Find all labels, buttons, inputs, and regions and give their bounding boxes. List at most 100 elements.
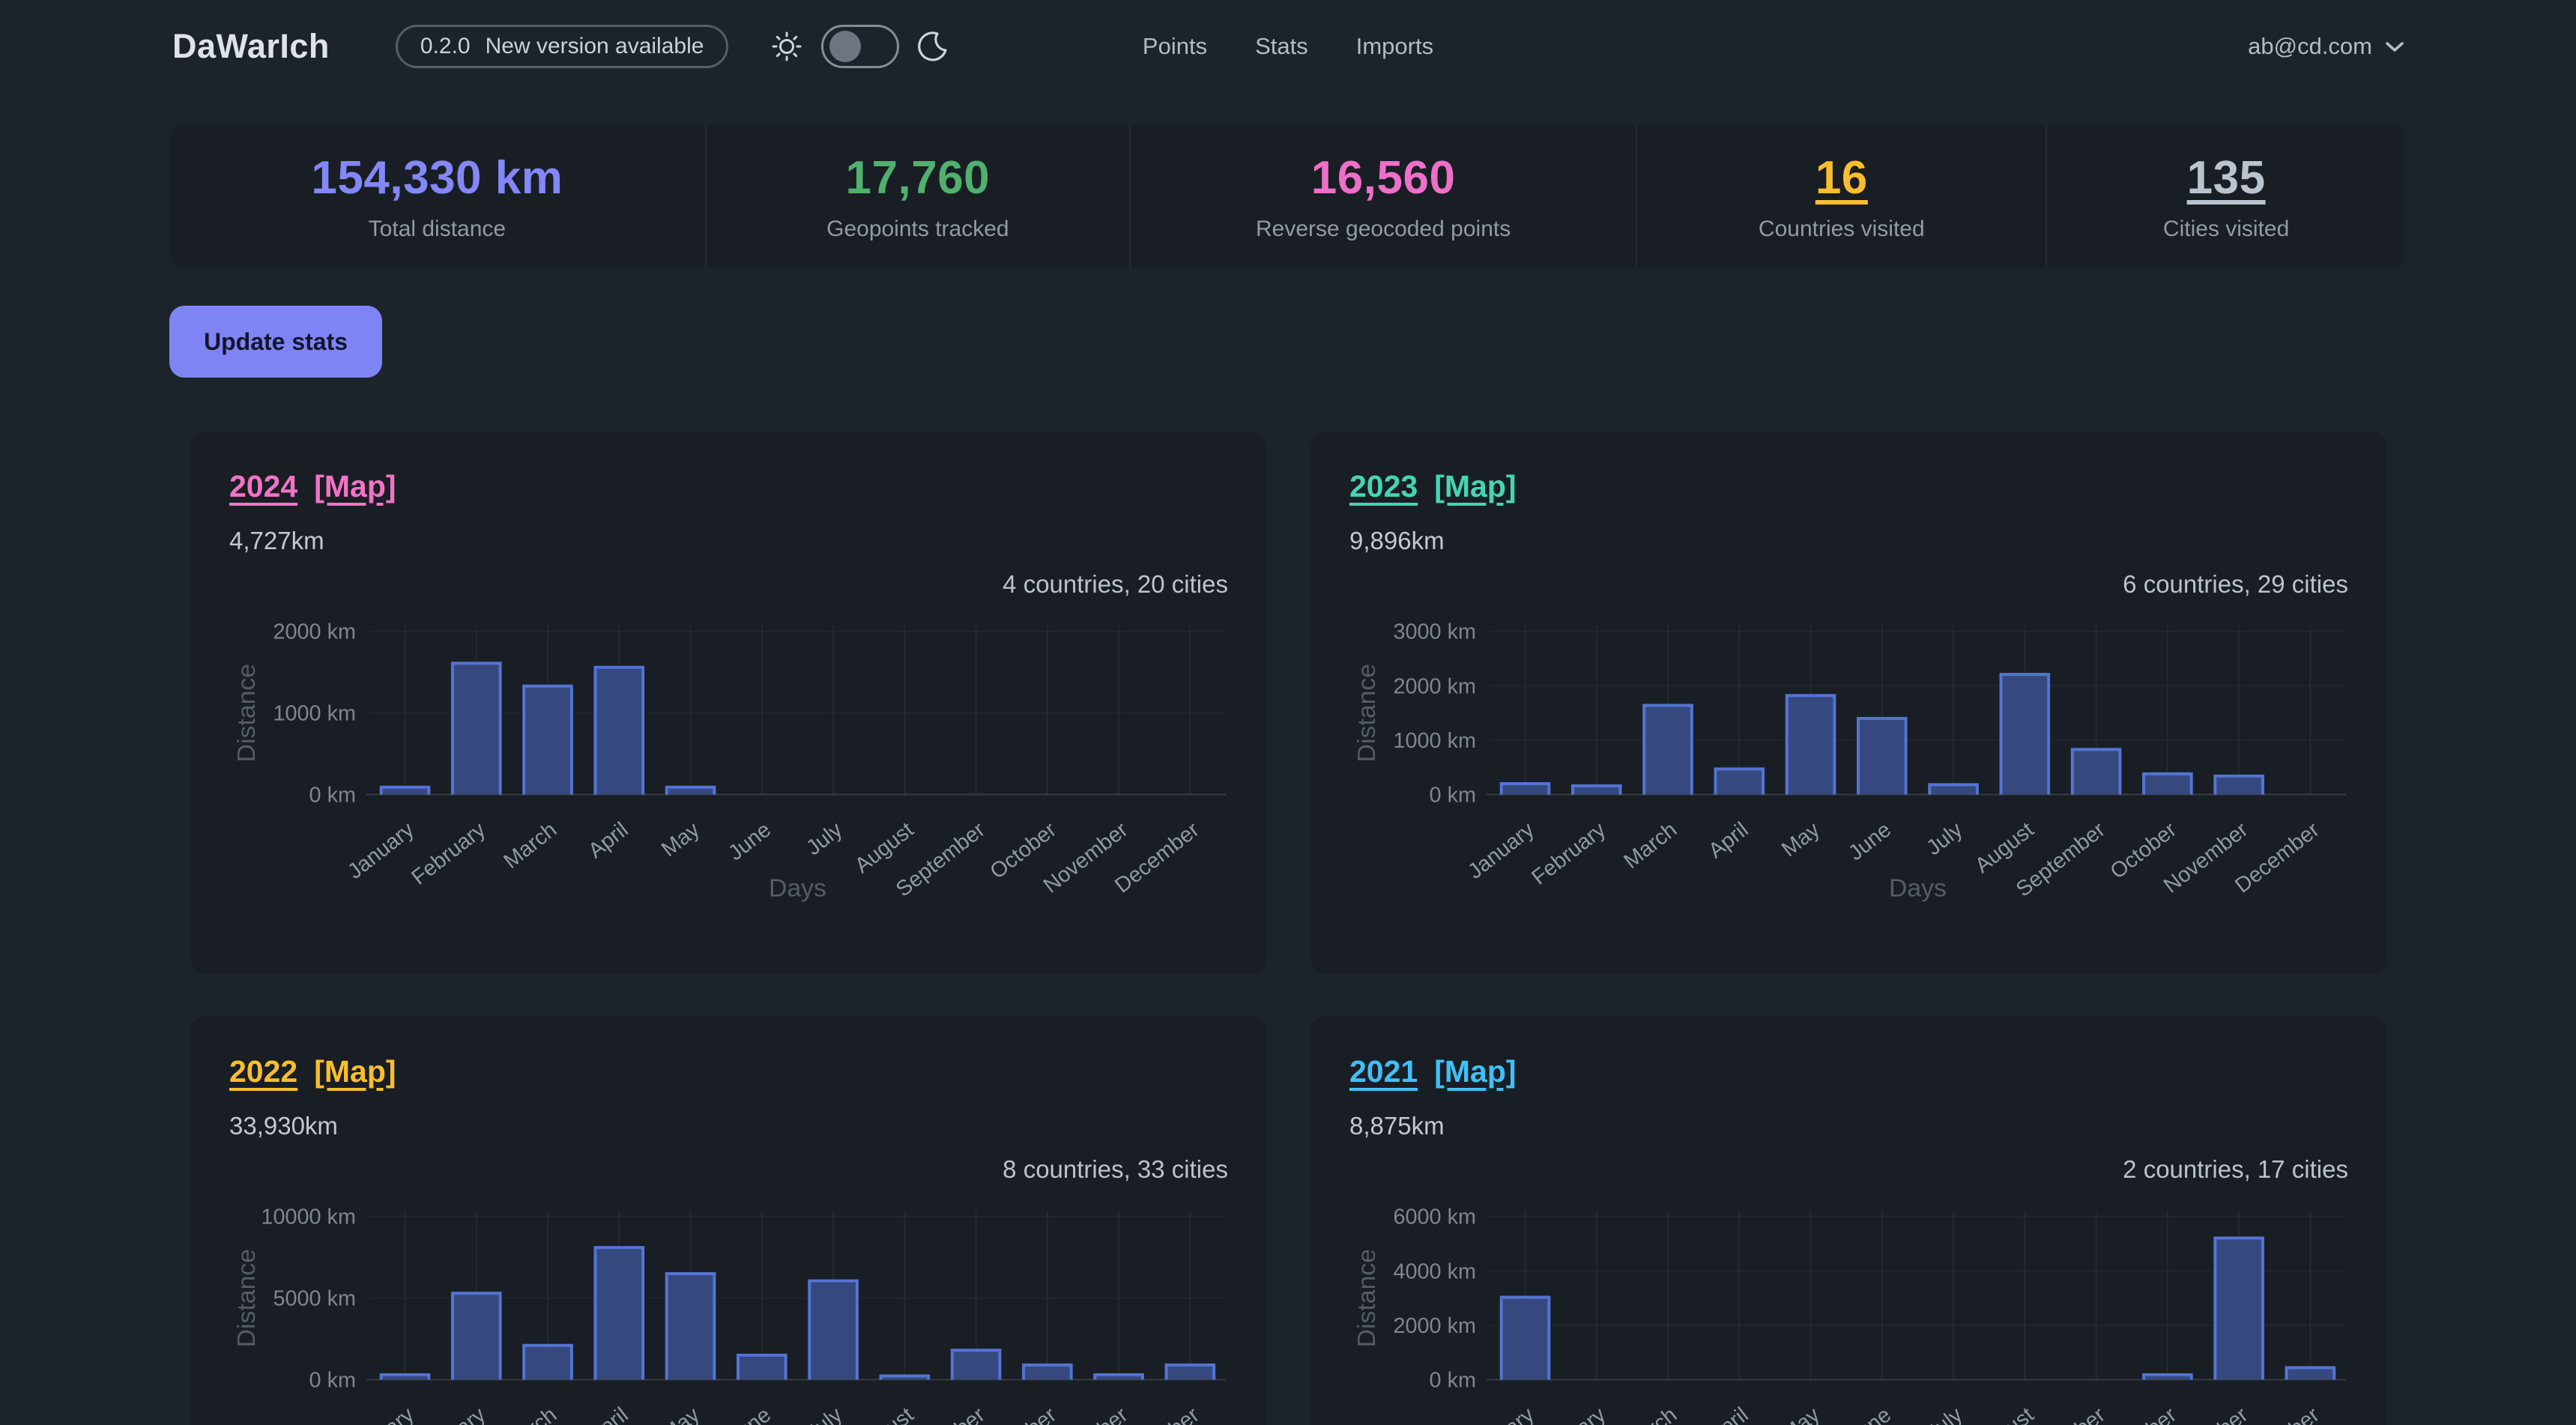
svg-text:Distance: Distance	[232, 1249, 261, 1347]
svg-text:June: June	[724, 1403, 775, 1425]
svg-text:0 km: 0 km	[309, 1368, 356, 1392]
stats-strip: 154,330 km Total distance 17,760 Geopoints …	[169, 124, 2405, 268]
svg-text:April: April	[1704, 1403, 1753, 1425]
svg-text:June: June	[724, 817, 775, 865]
year-distance: 4,727km	[229, 527, 1228, 555]
svg-text:4000 km: 4000 km	[1393, 1259, 1476, 1283]
year-link[interactable]: 2021	[1349, 1054, 1418, 1089]
svg-text:July: July	[1922, 817, 1968, 860]
svg-text:February: February	[1527, 817, 1610, 890]
map-link[interactable]: [Map]	[314, 1054, 396, 1089]
year-distance: 33,930km	[229, 1112, 1228, 1140]
version-badge[interactable]: 0.2.0 New version available	[396, 25, 729, 68]
year-summary: 8 countries, 33 cities	[229, 1155, 1228, 1184]
year-distance: 8,875km	[1349, 1112, 2348, 1140]
nav-item-points[interactable]: Points	[1143, 33, 1207, 60]
svg-text:May: May	[657, 1403, 704, 1425]
nav-item-stats[interactable]: Stats	[1255, 33, 1308, 60]
stat-countries-visited: 16 Countries visited	[1636, 124, 2046, 268]
year-summary: 4 countries, 20 cities	[229, 570, 1228, 599]
svg-text:March: March	[499, 817, 561, 874]
year-link[interactable]: 2024	[229, 469, 297, 504]
svg-text:August: August	[850, 1403, 918, 1425]
map-link[interactable]: [Map]	[1434, 1054, 1516, 1089]
stat-label: Cities visited	[2163, 217, 2289, 242]
year-card: 2021 [Map] 8,875km 2 countries, 17 citie…	[1310, 1017, 2387, 1425]
year-card: 2022 [Map] 33,930km 8 countries, 33 citi…	[190, 1017, 1267, 1425]
svg-text:February: February	[407, 817, 490, 890]
stat-value[interactable]: 16	[1815, 151, 1868, 205]
stat-total-distance: 154,330 km Total distance	[169, 124, 705, 268]
svg-text:May: May	[1777, 1403, 1824, 1425]
svg-text:January: January	[1463, 1403, 1539, 1425]
svg-text:January: January	[343, 1403, 419, 1425]
svg-text:0 km: 0 km	[1430, 783, 1476, 807]
svg-text:October: October	[2106, 1403, 2182, 1425]
svg-text:April: April	[1704, 817, 1753, 863]
monthly-distance-chart: 0 km1000 km2000 kmJanuaryFebruaryMarchAp…	[229, 605, 1228, 910]
app-logo: DaWarIch	[172, 27, 330, 66]
year-card-title: 2024 [Map]	[229, 469, 1228, 504]
year-summary: 6 countries, 29 cities	[1349, 570, 2348, 599]
svg-text:March: March	[499, 1403, 561, 1425]
svg-text:February: February	[407, 1403, 490, 1425]
year-cards-grid: 2024 [Map] 4,727km 4 countries, 20 citie…	[190, 432, 2387, 1425]
svg-text:July: July	[802, 1403, 847, 1425]
monthly-distance-chart: 0 km5000 km10000 kmJanuaryFebruaryMarchA…	[229, 1190, 1228, 1425]
update-stats-button[interactable]: Update stats	[169, 306, 382, 378]
svg-text:March: March	[1619, 1403, 1681, 1425]
svg-text:May: May	[657, 817, 704, 862]
year-card: 2023 [Map] 9,896km 6 countries, 29 citie…	[1310, 432, 2387, 974]
svg-text:April: April	[584, 1403, 632, 1425]
year-card-title: 2021 [Map]	[1349, 1054, 2348, 1089]
map-link[interactable]: [Map]	[314, 469, 396, 504]
stat-value: 154,330 km	[311, 151, 563, 205]
stat-label: Countries visited	[1759, 217, 1925, 242]
svg-text:6000 km: 6000 km	[1393, 1205, 1476, 1229]
chevron-down-icon	[2384, 40, 2405, 53]
stat-label: Total distance	[369, 217, 506, 242]
map-link[interactable]: [Map]	[1434, 469, 1516, 504]
stat-cities-visited: 135 Cities visited	[2046, 124, 2405, 268]
version-message: New version available	[486, 34, 704, 59]
svg-text:2000 km: 2000 km	[273, 620, 356, 644]
theme-toggle[interactable]	[821, 25, 899, 68]
svg-text:10000 km: 10000 km	[261, 1205, 356, 1229]
stat-value: 16,560	[1311, 151, 1456, 205]
user-email: ab@cd.com	[2248, 33, 2372, 60]
stat-label: Geopoints tracked	[826, 217, 1009, 242]
sun-icon	[770, 30, 803, 63]
version-number: 0.2.0	[420, 34, 471, 59]
svg-text:2000 km: 2000 km	[1393, 674, 1476, 698]
svg-text:Distance: Distance	[1352, 664, 1381, 762]
year-distance: 9,896km	[1349, 527, 2348, 555]
svg-text:March: March	[1619, 817, 1681, 874]
nav-item-imports[interactable]: Imports	[1356, 33, 1433, 60]
user-menu[interactable]: ab@cd.com	[2248, 33, 2405, 60]
svg-text:Distance: Distance	[232, 664, 261, 762]
year-link[interactable]: 2023	[1349, 469, 1418, 504]
svg-text:July: July	[802, 817, 847, 860]
svg-text:Distance: Distance	[1352, 1249, 1381, 1347]
svg-text:July: July	[1922, 1403, 1968, 1425]
stat-value[interactable]: 135	[2187, 151, 2266, 205]
main-nav: Points Stats Imports	[1143, 33, 1433, 60]
svg-text:3000 km: 3000 km	[1393, 620, 1476, 644]
svg-text:May: May	[1777, 817, 1824, 862]
stat-geopoints-tracked: 17,760 Geopoints tracked	[705, 124, 1129, 268]
year-link[interactable]: 2022	[229, 1054, 297, 1089]
year-card: 2024 [Map] 4,727km 4 countries, 20 citie…	[190, 432, 1267, 974]
svg-text:2000 km: 2000 km	[1393, 1314, 1476, 1338]
svg-text:August: August	[1971, 1403, 2038, 1425]
app-header: DaWarIch 0.2.0 New version available Poi…	[0, 0, 2576, 93]
stat-label: Reverse geocoded points	[1256, 217, 1511, 242]
year-summary: 2 countries, 17 cities	[1349, 1155, 2348, 1184]
svg-text:1000 km: 1000 km	[1393, 729, 1476, 753]
monthly-distance-chart: 0 km1000 km2000 km3000 kmJanuaryFebruary…	[1349, 605, 2348, 910]
svg-text:0 km: 0 km	[1430, 1368, 1476, 1392]
svg-text:January: January	[343, 817, 419, 884]
stat-value: 17,760	[846, 151, 991, 205]
svg-text:February: February	[1527, 1403, 1610, 1425]
svg-text:April: April	[584, 817, 632, 863]
monthly-distance-chart: 0 km 2000 km 4000 km 6000 km JanuaryFebruary…	[1349, 1190, 2348, 1425]
